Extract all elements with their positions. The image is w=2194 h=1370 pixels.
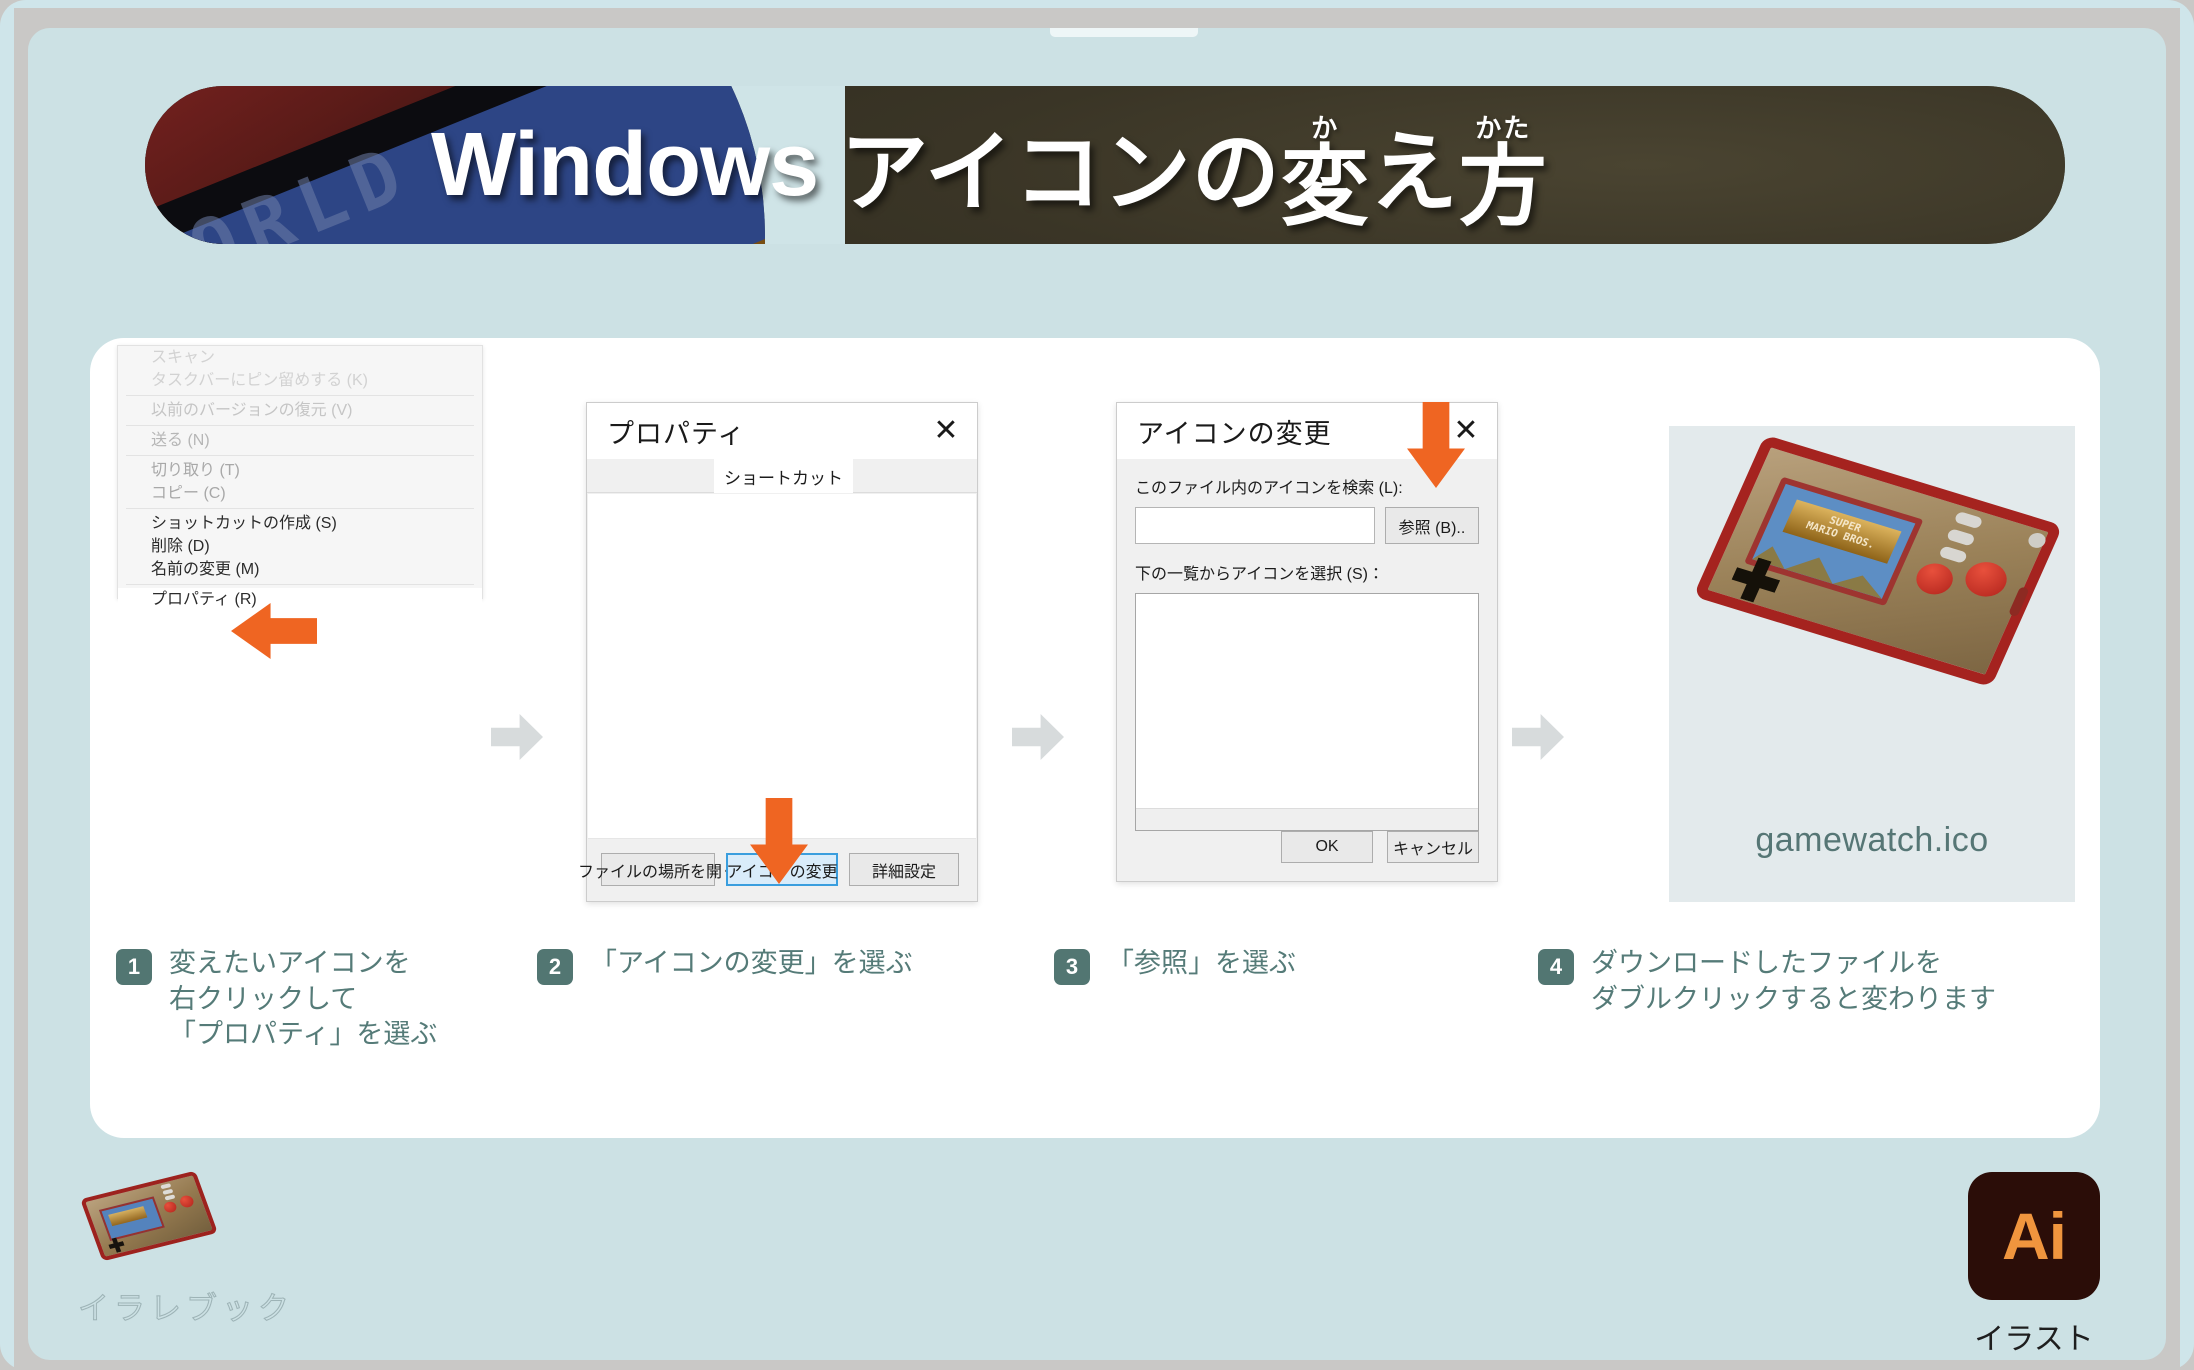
device-frame: ORLD 1-1 — [0, 0, 2194, 1370]
step-caption-2: 2 「アイコンの変更」を選ぶ — [537, 946, 957, 985]
context-menu-item-pin-taskbar[interactable]: タスクバーにピン留めする (K) — [118, 369, 482, 392]
context-menu-item-scan[interactable]: スキャン — [118, 346, 482, 369]
illustrator-icon-label: Ai — [2002, 1199, 2067, 1273]
step-number-badge: 3 — [1054, 949, 1090, 985]
change-icon-dialog-title: アイコンの変更 — [1137, 418, 1332, 449]
device-screen-logo: SUPER MARIO BROS. — [1782, 499, 1902, 564]
page-header-banner: ORLD 1-1 — [145, 86, 2065, 244]
step-number-badge: 1 — [116, 949, 152, 985]
step-caption-text: ダウンロードしたファイルを ダブルクリックすると変わります — [1591, 948, 1996, 1014]
context-menu-item-restore-previous-versions[interactable]: 以前のバージョンの復元 (V) — [118, 399, 482, 422]
browse-button[interactable]: 参照 (B).. — [1385, 507, 1479, 544]
cancel-button[interactable]: キャンセル — [1387, 831, 1479, 863]
change-icon-dialog-footer: OK キャンセル — [1281, 831, 1479, 863]
gamewatch-device-illustration: SUPER MARIO BROS. — [1693, 434, 2063, 688]
icon-list-box[interactable] — [1135, 593, 1479, 831]
ruby-group-kae: か変 — [1280, 115, 1370, 236]
context-menu-separator — [126, 425, 474, 426]
frame-edge-left — [0, 0, 14, 1370]
step-caption-1: 1 変えたいアイコンを 右クリックして 「プロパティ」を選ぶ — [116, 946, 536, 1053]
frame-edge-right — [2180, 0, 2194, 1370]
context-menu-separator — [126, 584, 474, 585]
properties-dialog-body — [588, 494, 976, 839]
context-menu-item-delete[interactable]: 削除 (D) — [118, 535, 482, 558]
result-image-panel: SUPER MARIO BROS. gamewatch.ico — [1669, 426, 2075, 902]
ruby-group-kata: かた方 — [1458, 115, 1548, 236]
brand-name: イラレブック — [78, 1291, 294, 1327]
page-title-jp: アイコンのか変えかた方 — [840, 102, 1548, 236]
horizontal-scrollbar[interactable] — [1136, 808, 1478, 830]
step-caption-4: 4 ダウンロードしたファイルを ダブルクリックすると変わります — [1538, 946, 2138, 1017]
page-title-jp-prefix: アイコンの — [840, 122, 1281, 222]
search-field-row: 参照 (B).. — [1135, 507, 1479, 544]
ok-button[interactable]: OK — [1281, 831, 1373, 863]
icon-list-label: 下の一覧からアイコンを選択 (S)： — [1135, 566, 1384, 583]
open-file-location-button[interactable]: ファイルの場所を開く — [578, 853, 738, 886]
illustrator-app-icon: Ai — [1968, 1172, 2100, 1300]
step-number-badge: 4 — [1538, 949, 1574, 985]
change-icon-dialog-body: このファイル内のアイコンを検索 (L): 参照 (B).. 下の一覧からアイコン… — [1118, 460, 1496, 880]
footer-device-screen-logo — [108, 1206, 148, 1227]
context-menu-separator — [126, 455, 474, 456]
illustrator-caption: イラスト — [1974, 1323, 2094, 1356]
step-caption-text: 「参照」を選ぶ — [1107, 948, 1296, 978]
context-menu-separator — [126, 508, 474, 509]
top-notch — [1050, 28, 1198, 37]
result-filename: gamewatch.ico — [1755, 821, 1989, 859]
kanji-kae: 変 — [1280, 136, 1370, 236]
page-title-mid: え — [1369, 122, 1459, 222]
tab-shortcut[interactable]: ショートカット — [714, 459, 853, 493]
context-menu-item-send-to[interactable]: 送る (N) — [118, 429, 482, 452]
frame-edge-top — [0, 0, 2194, 8]
kanji-kata: 方 — [1458, 136, 1548, 236]
page-title-en: Windows — [431, 114, 819, 215]
advanced-settings-button[interactable]: 詳細設定 — [849, 853, 959, 886]
context-menu-item-create-shortcut[interactable]: ショットカットの作成 (S) — [118, 512, 482, 535]
step-caption-text: 変えたいアイコンを 右クリックして 「プロパティ」を選ぶ — [169, 948, 438, 1050]
properties-dialog-tabstrip: ショートカット — [587, 459, 977, 493]
page-background: ORLD 1-1 — [28, 28, 2166, 1360]
step-caption-text: 「アイコンの変更」を選ぶ — [590, 948, 913, 978]
context-menu-item-copy[interactable]: コピー (C) — [118, 482, 482, 505]
close-icon[interactable]: ✕ — [1449, 414, 1483, 448]
context-menu-separator — [126, 395, 474, 396]
search-field-label: このファイル内のアイコンを検索 (L): — [1135, 480, 1403, 497]
context-menu-item-cut[interactable]: 切り取り (T) — [118, 459, 482, 482]
step-number-badge: 2 — [537, 949, 573, 985]
context-menu-item-rename[interactable]: 名前の変更 (M) — [118, 558, 482, 581]
context-menu-item-properties[interactable]: プロパティ (R) — [118, 588, 482, 611]
properties-dialog-title: プロパティ — [607, 418, 746, 449]
footer-gamewatch-icon — [80, 1170, 218, 1262]
icon-search-input[interactable] — [1135, 507, 1375, 544]
properties-dialog-titlebar: プロパティ ✕ — [587, 403, 977, 459]
context-menu[interactable]: スキャン タスクバーにピン留めする (K) 以前のバージョンの復元 (V) 送る… — [117, 345, 483, 611]
step-caption-3: 3 「参照」を選ぶ — [1054, 946, 1414, 985]
page-title: Windows アイコンのか変えかた方 — [431, 86, 1548, 244]
close-icon[interactable]: ✕ — [929, 414, 963, 448]
